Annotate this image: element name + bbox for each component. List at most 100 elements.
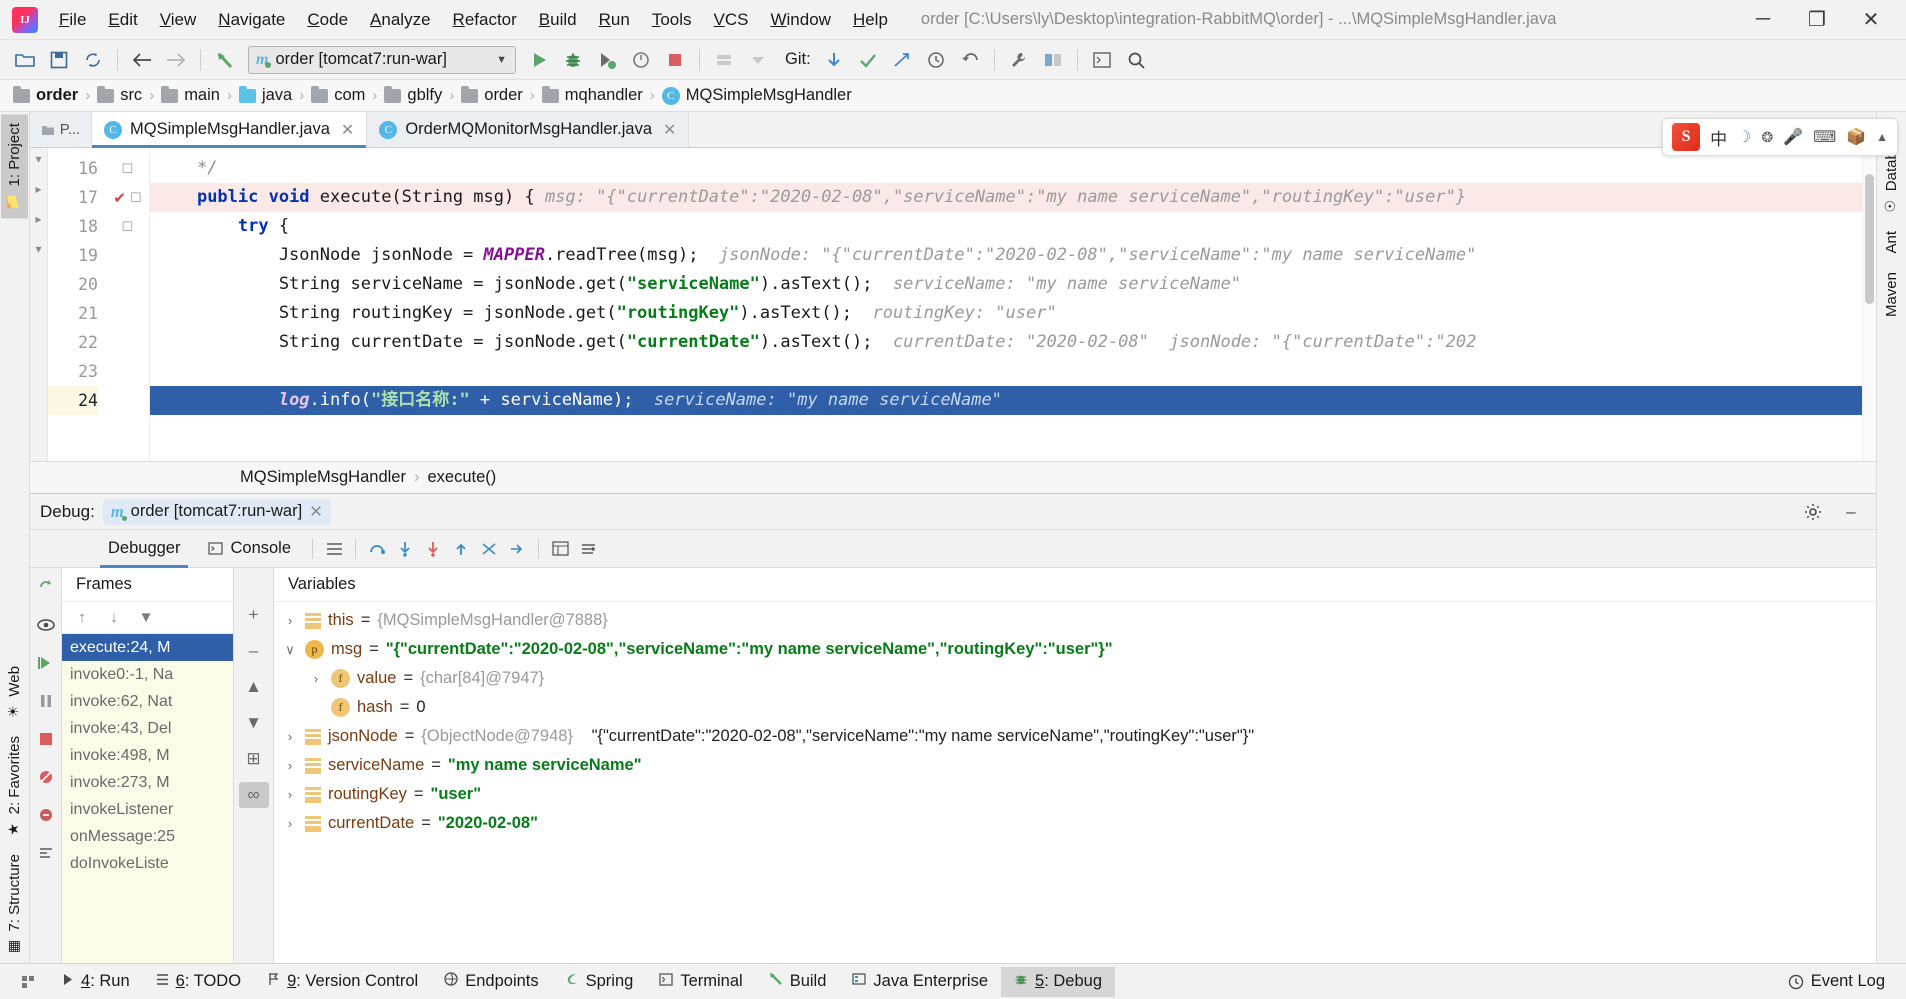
footer-class[interactable]: MQSimpleMsgHandler <box>240 468 406 487</box>
menu-item-file[interactable]: File <box>48 6 97 34</box>
ime-mode-icon[interactable]: 中 <box>1710 125 1727 150</box>
rerun-icon[interactable] <box>33 574 59 600</box>
close-icon[interactable]: ✕ <box>341 120 354 140</box>
variable-row[interactable]: › f value = {char[84]@7947} <box>274 664 1876 693</box>
git-push-icon[interactable] <box>885 44 919 76</box>
frame-item[interactable]: invoke:498, M <box>62 742 233 769</box>
profile-icon[interactable] <box>624 44 658 76</box>
save-icon[interactable] <box>42 44 76 76</box>
tab-mqsimplemsghandler[interactable]: C MQSimpleMsgHandler.java ✕ <box>92 112 368 148</box>
status-item-debug[interactable]: 5: Debug <box>1001 966 1116 997</box>
gutter-row[interactable] <box>106 299 149 328</box>
menu-item-vcs[interactable]: VCS <box>703 6 760 34</box>
step-over-icon[interactable] <box>363 534 391 564</box>
debug-session-tab[interactable]: m order [tomcat7:run-war] ✕ <box>102 498 331 525</box>
expand-arrow-icon[interactable]: › <box>282 780 298 809</box>
close-icon[interactable]: ✕ <box>309 502 323 522</box>
breadcrumb-item-order[interactable]: order <box>456 85 528 105</box>
gear-icon[interactable] <box>1798 498 1828 526</box>
resume-icon[interactable] <box>33 650 59 676</box>
menu-item-tools[interactable]: Tools <box>641 6 703 34</box>
filter-icon[interactable]: ▼ <box>132 605 160 631</box>
code-line[interactable]: try { <box>150 212 1876 241</box>
git-commit-icon[interactable] <box>851 44 885 76</box>
layout-icon[interactable] <box>1036 44 1070 76</box>
code-content[interactable]: */ public void execute(String msg) { msg… <box>150 148 1876 461</box>
code-line[interactable]: String serviceName = jsonNode.get("servi… <box>150 270 1876 299</box>
breadcrumb-item-mqhandler[interactable]: mqhandler <box>537 85 648 105</box>
move-down-icon[interactable]: ▼ <box>239 710 269 736</box>
variable-row[interactable]: › this = {MQSimpleMsgHandler@7888} <box>274 606 1876 635</box>
build-icon[interactable] <box>707 44 741 76</box>
watches-icon[interactable]: ∞ <box>238 782 269 808</box>
pause-icon[interactable] <box>33 688 59 714</box>
code-line[interactable]: String routingKey = jsonNode.get("routin… <box>150 299 1876 328</box>
frames-list[interactable]: execute:24, Minvoke0:-1, Na invoke:62, Na… <box>62 634 233 963</box>
mute-breakpoints-icon[interactable] <box>33 764 59 790</box>
menu-item-help[interactable]: Help <box>842 6 899 34</box>
chevron-right-icon[interactable]: ▸ <box>35 212 41 226</box>
editor-scrollbar[interactable] <box>1862 148 1876 461</box>
gutter-row[interactable] <box>106 270 149 299</box>
stop-icon[interactable] <box>33 726 59 752</box>
sogou-logo-icon[interactable]: S <box>1672 123 1701 151</box>
chevron-right-icon[interactable]: ▸ <box>35 182 41 196</box>
frame-item[interactable]: onMessage:25 <box>62 823 233 850</box>
step-into-icon[interactable] <box>391 534 419 564</box>
sync-icon[interactable] <box>76 44 110 76</box>
back-arrow-icon[interactable] <box>125 44 159 76</box>
frame-item[interactable]: invoke:273, M <box>62 769 233 796</box>
code-line[interactable]: public void execute(String msg) { msg: "… <box>150 183 1876 212</box>
sidebar-item-favorites[interactable]: ★ 2: Favorites <box>1 727 28 845</box>
debug-icon[interactable] <box>556 44 590 76</box>
expand-arrow-icon[interactable]: › <box>282 606 298 635</box>
status-item-terminal[interactable]: Terminal <box>646 967 755 997</box>
code-line[interactable]: */ <box>150 154 1876 183</box>
breadcrumb-item-gblfy[interactable]: gblfy <box>379 85 447 105</box>
project-tab-stub[interactable]: P... <box>30 112 92 147</box>
gutter-row[interactable]: ✔ ☐ <box>106 183 149 212</box>
eye-icon[interactable] <box>33 612 59 638</box>
move-up-icon[interactable]: ▲ <box>239 674 269 700</box>
gutter-row[interactable] <box>106 328 149 357</box>
breadcrumb-item-order[interactable]: order <box>8 85 83 105</box>
menu-item-analyze[interactable]: Analyze <box>359 6 441 34</box>
stop-icon[interactable] <box>658 44 692 76</box>
gutter-row[interactable] <box>106 241 149 270</box>
layout-icon[interactable] <box>320 534 348 564</box>
status-item-build[interactable]: Build <box>756 967 840 997</box>
run-configuration-selector[interactable]: m order [tomcat7:run-war] ▼ <box>248 45 516 74</box>
close-icon[interactable]: ✕ <box>663 120 676 140</box>
status-item-spring[interactable]: Spring <box>552 967 647 997</box>
breadcrumb-item-main[interactable]: main <box>156 85 225 105</box>
ime-moon-icon[interactable]: ☽ <box>1737 127 1751 147</box>
add-icon[interactable]: + <box>239 602 269 628</box>
menu-item-run[interactable]: Run <box>588 6 641 34</box>
ime-toolbar[interactable]: S 中 ☽ ❂ 🎤 ⌨ 📦 ▲ <box>1662 118 1898 156</box>
sidebar-item-ant[interactable]: Ant <box>1878 222 1905 263</box>
tab-debugger[interactable]: Debugger <box>94 530 194 568</box>
menu-item-navigate[interactable]: Navigate <box>207 6 296 34</box>
close-button[interactable]: ✕ <box>1844 0 1898 40</box>
menu-item-window[interactable]: Window <box>759 6 841 34</box>
git-update-icon[interactable] <box>817 44 851 76</box>
remove-icon[interactable]: – <box>239 638 269 664</box>
variable-row[interactable]: ∨ p msg = "{"currentDate":"2020-02-08","se… <box>274 635 1876 664</box>
menu-item-build[interactable]: Build <box>528 6 588 34</box>
fold-icon[interactable]: ☐ <box>130 190 142 206</box>
wrench-icon[interactable] <box>1002 44 1036 76</box>
code-editor[interactable]: ▾ ▸ ▸ ▾ 16 17 18 19 20 21 22 23 24 ☐ ✔ ☐ ☐ */ publi… <box>30 148 1876 461</box>
view-breakpoints-icon[interactable] <box>33 802 59 828</box>
menu-item-refactor[interactable]: Refactor <box>442 6 528 34</box>
gutter-row[interactable]: ☐ <box>106 212 149 241</box>
variable-row[interactable]: › routingKey = "user" <box>274 780 1876 809</box>
fold-icon[interactable]: ☐ <box>122 161 134 177</box>
breadcrumb-item-java[interactable]: java <box>234 85 297 105</box>
code-line[interactable] <box>150 357 1876 386</box>
gutter-row[interactable] <box>106 357 149 386</box>
frame-item[interactable]: invokeListener <box>62 796 233 823</box>
frame-item[interactable]: execute:24, M <box>62 634 233 661</box>
menu-item-code[interactable]: Code <box>296 6 359 34</box>
ime-sparkle-icon[interactable]: ❂ <box>1761 129 1773 146</box>
status-toggle-windows[interactable] <box>8 967 48 997</box>
